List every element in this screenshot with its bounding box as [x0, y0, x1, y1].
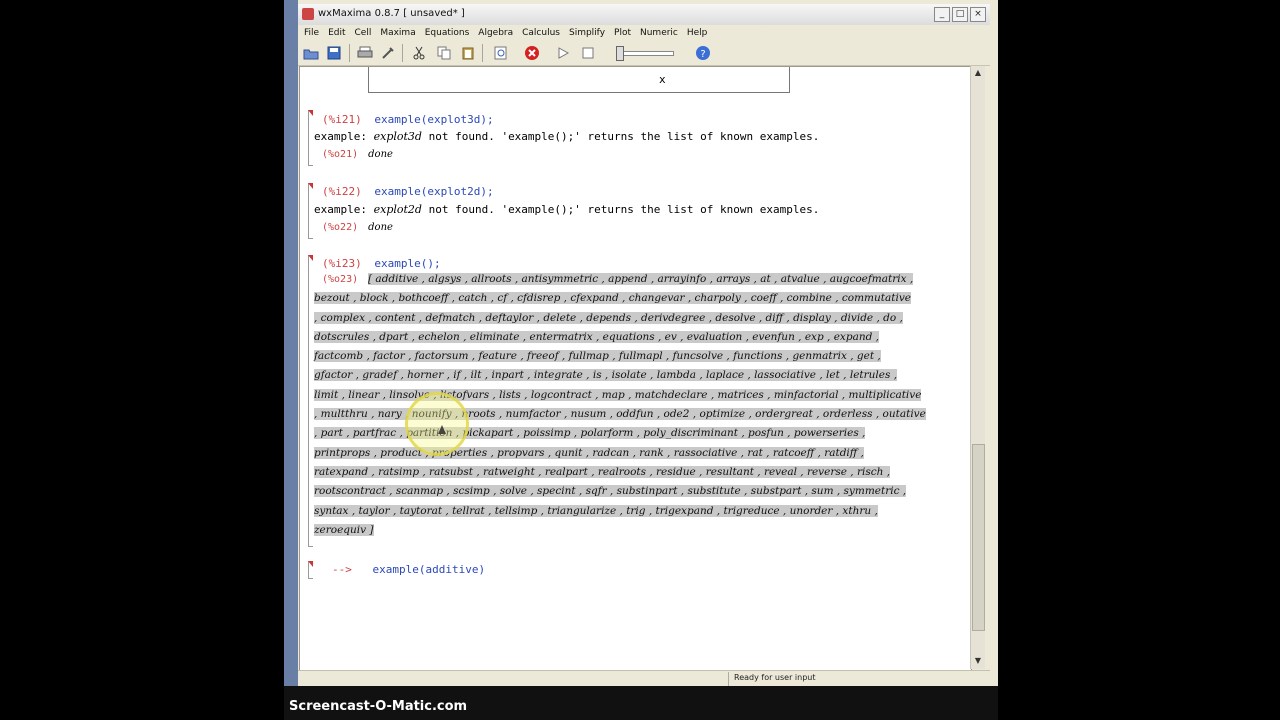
play-icon[interactable]	[554, 44, 572, 62]
print-icon[interactable]	[356, 44, 374, 62]
watermark: Screencast-O-Matic.com	[289, 699, 468, 714]
svg-text:?: ?	[700, 49, 705, 60]
interrupt-icon[interactable]	[523, 44, 541, 62]
message-prefix: example:	[314, 130, 367, 143]
input-command[interactable]: example();	[374, 257, 440, 270]
list-line: , part , partfrac , partition , pickapar…	[314, 427, 866, 440]
menu-cell[interactable]: Cell	[355, 28, 372, 38]
status-bar: Ready for user input	[298, 670, 990, 687]
active-input-command[interactable]: example(additive)	[373, 563, 486, 576]
list-line: limit , linear , linsolve , listofvars ,…	[314, 388, 922, 401]
message-name: explot2d	[373, 203, 422, 216]
message-suffix: not found. 'example();' returns the list…	[428, 130, 820, 143]
menu-equations[interactable]: Equations	[425, 28, 470, 38]
title-bar: wxMaxima 0.8.7 [ unsaved* ] _ □ ×	[298, 4, 990, 26]
open-icon[interactable]	[302, 44, 320, 62]
animation-slider[interactable]	[620, 51, 674, 56]
menu-file[interactable]: File	[304, 28, 319, 38]
input-label: (%i22)	[322, 185, 362, 198]
list-line: factcomb , factor , factorsum , feature …	[314, 350, 881, 363]
menu-edit[interactable]: Edit	[328, 28, 345, 38]
input-prompt: -->	[332, 563, 352, 576]
cell-bracket[interactable]	[308, 110, 313, 166]
cell-bracket[interactable]	[308, 183, 313, 239]
copy-icon[interactable]	[435, 44, 453, 62]
plot-label: x	[659, 73, 666, 86]
menu-algebra[interactable]: Algebra	[478, 28, 513, 38]
input-command[interactable]: example(explot3d);	[374, 113, 493, 126]
preferences-icon[interactable]	[379, 44, 397, 62]
minimize-button[interactable]: _	[934, 7, 950, 22]
menu-numeric[interactable]: Numeric	[640, 28, 678, 38]
scroll-up-icon[interactable]: ▲	[972, 67, 984, 79]
list-line: [ additive , algsys , allroots , antisym…	[368, 273, 914, 285]
window-right-edge	[984, 0, 998, 720]
slider-handle[interactable]	[616, 46, 624, 61]
status-text: Ready for user input	[734, 673, 816, 682]
find-icon[interactable]	[492, 44, 510, 62]
list-line: syntax , taylor , taytorat , tellrat , t…	[314, 504, 878, 517]
message-name: explot3d	[373, 130, 422, 143]
stop-icon[interactable]	[579, 44, 597, 62]
input-label: (%i23)	[322, 257, 362, 270]
menu-help[interactable]: Help	[687, 28, 708, 38]
paste-icon[interactable]	[459, 44, 477, 62]
output-label: (%o22)	[322, 222, 359, 233]
output-value: done	[368, 149, 393, 160]
message-suffix: not found. 'example();' returns the list…	[428, 203, 820, 216]
list-line: rootscontract , scanmap , scsimp , solve…	[314, 485, 907, 498]
list-line: ratexpand , ratsimp , ratsubst , ratweig…	[314, 465, 891, 478]
save-icon[interactable]	[325, 44, 343, 62]
output-label: (%o21)	[322, 149, 359, 160]
list-line: dotscrules , dpart , echelon , eliminate…	[314, 330, 879, 343]
list-line: zeroequiv ]	[314, 523, 374, 536]
message-prefix: example:	[314, 203, 367, 216]
cell-bracket[interactable]	[308, 255, 313, 547]
input-label: (%i21)	[322, 113, 362, 126]
cut-icon[interactable]	[410, 44, 428, 62]
menu-plot[interactable]: Plot	[614, 28, 631, 38]
close-button[interactable]: ×	[970, 7, 986, 22]
menu-simplify[interactable]: Simplify	[569, 28, 605, 38]
help-icon[interactable]: ?	[694, 44, 712, 62]
worksheet[interactable]: x (%i21) example(explot3d); example: exp…	[299, 66, 972, 671]
wxmaxima-app-icon	[302, 8, 314, 20]
toolbar: ?	[298, 40, 990, 66]
output-value: done	[368, 222, 393, 233]
window-left-border	[284, 0, 298, 720]
window-controls: _ □ ×	[934, 7, 986, 22]
menu-bar: File Edit Cell Maxima Equations Algebra …	[298, 25, 996, 40]
list-line: gfactor , gradef , horner , if , ilt , i…	[314, 369, 898, 382]
list-line: , complex , content , defmatch , deftayl…	[314, 311, 903, 324]
list-line: bezout , block , bothcoeff , catch , cf …	[314, 292, 911, 305]
input-command[interactable]: example(explot2d);	[374, 185, 493, 198]
maximize-button[interactable]: □	[952, 7, 968, 22]
window-title: wxMaxima 0.8.7 [ unsaved* ]	[318, 8, 465, 19]
mouse-pointer-icon	[438, 425, 446, 434]
menu-maxima[interactable]: Maxima	[380, 28, 415, 38]
cursor-highlight	[405, 392, 469, 456]
vertical-scrollbar[interactable]: ▲ ▼	[970, 66, 985, 669]
menu-calculus[interactable]: Calculus	[522, 28, 560, 38]
list-line: printprops , product , properties , prop…	[314, 446, 864, 459]
scroll-down-icon[interactable]: ▼	[972, 655, 984, 667]
plot-output: x	[368, 67, 790, 93]
scroll-thumb[interactable]	[972, 444, 985, 631]
